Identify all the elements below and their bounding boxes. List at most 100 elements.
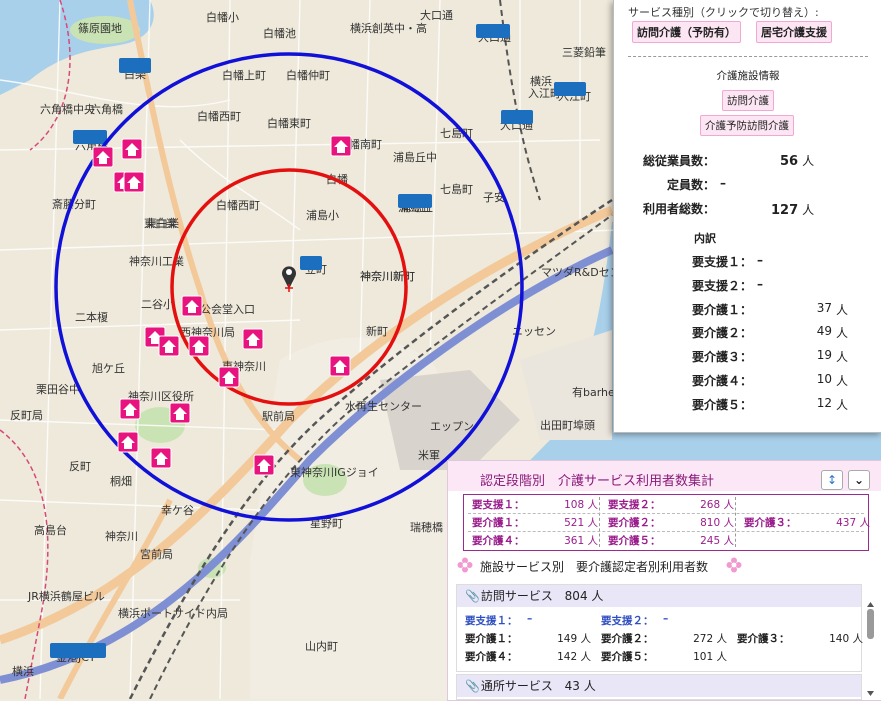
care-facility-marker-icon[interactable] xyxy=(188,335,210,357)
service-row-label: 要支援１： xyxy=(465,615,518,627)
care-facility-marker-icon[interactable] xyxy=(123,171,145,193)
flower-icon xyxy=(457,557,473,573)
day-service-total: 43 人 xyxy=(564,679,596,693)
breakdown-label: 要介護４： xyxy=(692,374,753,388)
breakdown-label: 要介護５： xyxy=(692,397,753,412)
care-facility-marker-icon[interactable] xyxy=(329,355,351,377)
expand-icon[interactable]: ↕ xyxy=(821,470,843,490)
scrollbar[interactable] xyxy=(866,601,875,697)
map-label: 七島町 xyxy=(440,182,473,196)
map-label: 六角橋中央 xyxy=(40,102,95,116)
total-users-label: 利用者総数： xyxy=(643,202,716,216)
summary-cell-label: 要支援１： xyxy=(472,499,525,511)
summary-totals-box: 要支援１： 108 人要支援２： 268 人要介護１： 521 人要介護２： 810 人… xyxy=(463,494,870,551)
service-row-value: 149 人 xyxy=(557,633,591,645)
summary-cell-value: 268 人 xyxy=(700,499,734,511)
service-row-value: 101 人 xyxy=(693,651,727,663)
map-label: 反町 xyxy=(69,460,91,473)
breakdown-value: – xyxy=(757,276,763,291)
breakdown-value: 49 xyxy=(816,324,832,339)
care-facility-marker-icon[interactable] xyxy=(158,335,180,357)
facility-tag-visit-care: 訪問介護 xyxy=(722,90,774,111)
map-label: 東神奈川IGジョイ xyxy=(290,465,379,479)
map-label: 横浜創英中・高 xyxy=(350,21,427,35)
total-staff-label: 総従業員数： xyxy=(643,154,716,168)
paperclip-icon: 📎 xyxy=(465,679,480,693)
map-label: 白幡小 xyxy=(206,10,239,24)
divider xyxy=(735,497,736,547)
breakdown-label: 要介護１： xyxy=(692,302,753,317)
map-label: 駅前局 xyxy=(262,409,295,423)
breakdown-unit: 人 xyxy=(836,302,849,317)
care-facility-marker-icon[interactable] xyxy=(253,454,275,476)
facility-service-title: 施設サービス別 要介護認定者別利用者数 xyxy=(480,560,709,574)
breakdown-label: 要介護３： xyxy=(692,350,753,365)
map-label: 神奈川 xyxy=(105,529,138,543)
visit-service-group: 📎 訪問サービス 804 人 要支援１： – 要支援２： – 要介護１： 149 人要介護… xyxy=(456,584,863,672)
visit-service-header[interactable]: 📎 訪問サービス 804 人 xyxy=(457,585,861,607)
summary-cell-label: 要介護２： xyxy=(608,517,661,529)
care-facility-marker-icon[interactable] xyxy=(218,366,240,388)
map-label: 白幡上町 xyxy=(222,68,266,82)
service-row-label: 要介護１： xyxy=(465,633,518,645)
service-row-value: 140 人 xyxy=(829,633,863,645)
breakdown-unit: 人 xyxy=(836,374,849,388)
facility-info-panel: サービス種別（クリックで切り替え）: 訪問介護（予防有） 居宅介護支援 介護施設… xyxy=(613,0,881,433)
summary-cell-label: 要介護４： xyxy=(472,535,525,547)
care-facility-marker-icon[interactable] xyxy=(242,328,264,350)
care-facility-marker-icon[interactable] xyxy=(117,431,139,453)
day-service-header[interactable]: 📎 通所サービス 43 人 xyxy=(457,675,861,697)
map-label: 浦島丘中 xyxy=(393,150,437,164)
service-home-care-support-button[interactable]: 居宅介護支援 xyxy=(756,21,832,43)
day-service-name: 通所サービス xyxy=(480,679,553,693)
collapse-icon[interactable]: ⌄ xyxy=(848,470,870,490)
service-row-value: – xyxy=(663,613,669,625)
breakdown-unit: 人 xyxy=(836,350,849,365)
service-row-label: 要介護２： xyxy=(601,633,654,645)
service-visit-care-button[interactable]: 訪問介護（予防有） xyxy=(632,21,741,43)
breakdown-unit: 人 xyxy=(836,326,849,341)
capacity-label: 定員数： xyxy=(667,178,716,192)
divider xyxy=(468,531,864,532)
map-label: 白幡西町 xyxy=(197,109,241,123)
summary-cell-value: 245 人 xyxy=(700,535,734,547)
breakdown-title: 内訳 xyxy=(694,232,716,245)
map-label: 白幡池 xyxy=(263,26,296,40)
map-label: 栗田谷中 xyxy=(36,383,80,396)
care-facility-marker-icon[interactable] xyxy=(169,402,191,424)
summary-cell-value: 810 人 xyxy=(700,517,734,529)
care-facility-marker-icon[interactable] xyxy=(150,447,172,469)
service-row-value: – xyxy=(527,613,533,625)
map-label: 宮前局 xyxy=(140,547,173,561)
divider xyxy=(628,56,868,57)
facility-info-title: 介護施設情報 xyxy=(716,70,780,82)
summary-cell-label: 要支援２： xyxy=(608,499,661,511)
map-label: JR横浜鶴屋ビル xyxy=(27,589,105,603)
facility-tag-preventive-visit-care: 介護予防訪問介護 xyxy=(700,115,794,136)
service-row-label: 要介護３： xyxy=(737,633,790,645)
map-label: 反町局 xyxy=(10,409,43,422)
breakdown-value: 12 xyxy=(816,395,832,410)
care-facility-marker-icon[interactable] xyxy=(92,146,114,168)
map-label: 公会堂入口 xyxy=(200,303,255,316)
map-label: 高島台 xyxy=(34,523,67,537)
map-label: エップン xyxy=(430,420,474,433)
map-label: 浦島小 xyxy=(306,208,339,222)
map-label: 二本榎 xyxy=(75,310,108,324)
paperclip-icon: 📎 xyxy=(465,589,480,603)
flower-icon xyxy=(726,557,742,573)
map-label: 山内町 xyxy=(305,639,338,653)
care-facility-marker-icon[interactable] xyxy=(181,295,203,317)
care-facility-marker-icon[interactable] xyxy=(119,398,141,420)
map-label: 水再生センター xyxy=(345,399,422,413)
total-users-value: 127 人 xyxy=(771,203,815,218)
map-label: 新町 xyxy=(366,324,388,338)
breakdown-value: – xyxy=(757,253,763,267)
map-label: 篠原園地 xyxy=(78,21,122,35)
care-facility-marker-icon[interactable] xyxy=(330,135,352,157)
day-service-group: 📎 通所サービス 43 人 xyxy=(456,674,862,700)
map-label: 瑞穂橋 xyxy=(410,520,443,534)
map-label: 白幡東町 xyxy=(267,116,311,130)
care-facility-marker-icon[interactable] xyxy=(121,138,143,160)
map-label: 横浜 xyxy=(530,74,552,88)
